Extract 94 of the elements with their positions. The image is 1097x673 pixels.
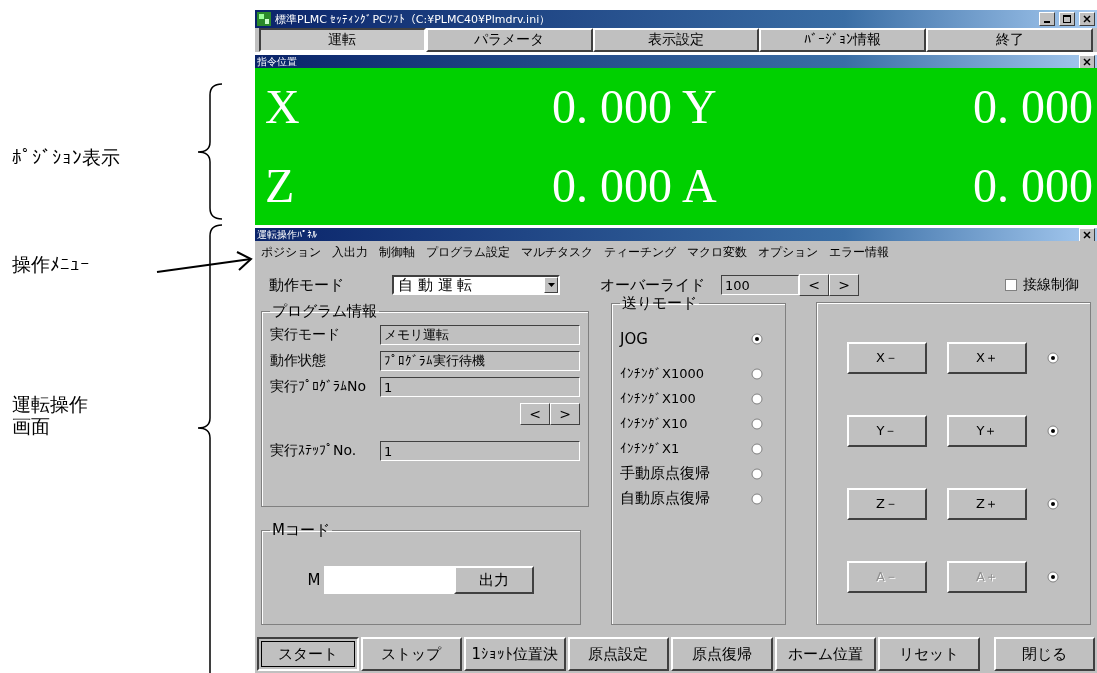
menu-item[interactable]: プログラム設定 [426, 244, 510, 261]
command-button[interactable]: 原点設定 [567, 637, 669, 671]
menu-item[interactable]: 制御軸 [379, 244, 415, 261]
tab[interactable]: 終了 [926, 28, 1093, 52]
tab[interactable]: パラメータ [425, 28, 593, 52]
radio-label: ｲﾝﾁﾝｸﾞX100 [620, 391, 696, 406]
jog-button[interactable]: X－ [847, 341, 927, 374]
increase-button[interactable]: > [829, 274, 859, 296]
close-button[interactable] [1079, 227, 1095, 242]
panel-title: 運転操作ﾊﾟﾈﾙ [257, 227, 317, 242]
input-field[interactable] [324, 566, 455, 594]
tab[interactable]: 表示設定 [592, 28, 760, 52]
annotation-label: ﾎﾟｼﾞｼｮﾝ表示 [12, 145, 120, 170]
group-title: 送りモード [621, 294, 698, 313]
menu-item[interactable]: オプション [758, 244, 818, 261]
group-title: プログラム情報 [271, 302, 378, 321]
checkbox[interactable] [1005, 279, 1017, 291]
command-button[interactable]: 原点復帰 [671, 637, 773, 671]
radio-label: 手動原点復帰 [620, 464, 710, 483]
dropdown-arrow-icon [547, 283, 555, 287]
radio-button[interactable] [1047, 351, 1059, 364]
radio-button[interactable] [751, 392, 763, 405]
maximize-button[interactable] [1059, 12, 1075, 26]
minimize-button[interactable] [1039, 12, 1055, 26]
radio-button[interactable] [751, 492, 763, 505]
axis-label: Y [681, 83, 717, 132]
axis-value: 0. 000 [973, 83, 1093, 132]
annotation-label: 操作ﾒﾆｭｰ [12, 252, 90, 277]
window-title: 標準PLMC ｾｯﾃｨﾝｸﾞPCｿﾌﾄ（C:¥PLMC40¥Plmdrv.ini） [275, 11, 552, 27]
menu-item[interactable]: ティーチング [604, 244, 676, 261]
readonly-field: メモリ運転 [380, 325, 580, 345]
radio-button[interactable] [751, 367, 763, 380]
axis-label: A [681, 161, 717, 210]
radio-button[interactable] [751, 417, 763, 430]
command-button[interactable]: 1ｼｮｯﾄ位置決 [464, 637, 566, 671]
group-title: Mコード [271, 521, 331, 540]
field-label: 実行モード [270, 326, 341, 344]
jog-button[interactable]: X＋ [947, 341, 1027, 374]
radio-button[interactable] [1047, 424, 1059, 437]
previous-button[interactable]: < [520, 403, 550, 425]
menu-item[interactable]: マクロ変数 [687, 244, 747, 261]
menu-item[interactable]: 入出力 [332, 244, 368, 261]
axis-label: Z [264, 161, 295, 210]
command-button[interactable]: 閉じる [993, 637, 1095, 671]
radio-label: JOG [620, 330, 648, 348]
command-button[interactable]: ホーム位置 [774, 637, 876, 671]
jog-button[interactable]: Z－ [847, 488, 927, 521]
app-icon [257, 12, 271, 26]
radio-button[interactable] [751, 333, 763, 345]
annotation-label: 運転操作画面 [12, 394, 89, 438]
radio-label: 自動原点復帰 [620, 489, 710, 508]
override-label: オーバーライド [600, 275, 705, 295]
axis-value: 0. 000 [552, 83, 673, 132]
command-button[interactable]: ストップ [360, 637, 462, 671]
decrease-button[interactable]: < [799, 274, 829, 296]
readonly-field: ﾌﾟﾛｸﾞﾗﾑ実行待機 [380, 351, 580, 371]
axis-label: X [264, 83, 300, 132]
output-button[interactable]: 出力 [454, 566, 535, 594]
override-field[interactable]: 100 [721, 275, 799, 295]
menu-item[interactable]: ポジション [261, 244, 321, 261]
readonly-field: 1 [380, 377, 580, 397]
radio-label: ｲﾝﾁﾝｸﾞX1000 [620, 366, 704, 381]
tab[interactable]: 運転 [259, 28, 426, 52]
mode-dropdown[interactable]: 自 動 運 転 [392, 275, 560, 295]
field-label: 実行ﾌﾟﾛｸﾞﾗﾑNo [270, 378, 368, 396]
field-label: 動作状態 [270, 352, 327, 370]
radio-button[interactable] [1047, 498, 1059, 511]
jog-button[interactable]: Y－ [847, 414, 927, 447]
panel-title: 指令位置 [257, 54, 297, 69]
field-label: M [307, 571, 321, 589]
command-button[interactable]: リセット [878, 637, 980, 671]
axis-value: 0. 000 [552, 161, 673, 210]
maximize-icon [1063, 15, 1071, 23]
radio-label: ｲﾝﾁﾝｸﾞX1 [620, 441, 680, 456]
jog-button[interactable]: Z＋ [947, 488, 1027, 521]
close-icon [1083, 15, 1091, 23]
radio-label: ｲﾝﾁﾝｸﾞX10 [620, 416, 688, 431]
readonly-field: 1 [380, 441, 580, 461]
radio-button[interactable] [751, 442, 763, 455]
mode-label: 動作モード [269, 275, 344, 295]
close-icon [1083, 57, 1091, 66]
close-button[interactable] [1079, 12, 1095, 26]
menu-item[interactable]: マルチタスク [521, 244, 593, 261]
close-button[interactable] [1079, 54, 1095, 69]
command-button[interactable]: スタート [257, 637, 359, 671]
jog-button[interactable]: Y＋ [947, 414, 1027, 447]
field-label: 実行ｽﾃｯﾌﾟNo. [270, 442, 358, 460]
tab[interactable]: ﾊﾞｰｼﾞｮﾝ情報 [759, 28, 927, 52]
radio-button[interactable] [751, 467, 763, 480]
menu-item[interactable]: エラー情報 [829, 244, 889, 261]
checkbox-label: 接線制御 [1023, 276, 1079, 294]
next-button[interactable]: > [550, 403, 580, 425]
close-icon [1083, 230, 1091, 239]
axis-value: 0. 000 [973, 161, 1093, 210]
